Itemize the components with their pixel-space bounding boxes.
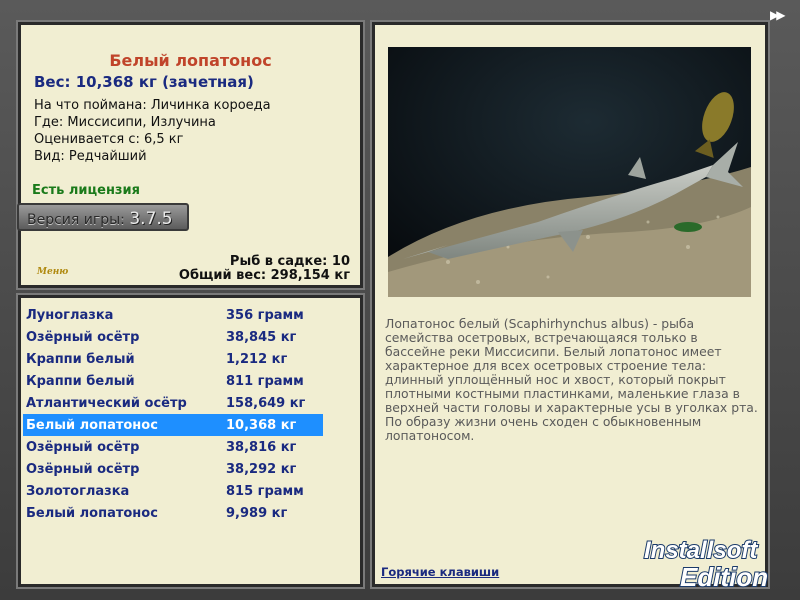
menu-button[interactable]: Меню bbox=[37, 267, 68, 277]
sturgeon-illustration bbox=[388, 47, 751, 297]
fast-forward-icon[interactable]: ▶▶ bbox=[770, 8, 792, 22]
fish-detail-panel: Лопатонос белый (Scaphirhynchus albus) -… bbox=[370, 20, 770, 589]
catch-weight: 811 грамм bbox=[226, 374, 304, 389]
fish-description: Лопатонос белый (Scaphirhynchus albus) -… bbox=[385, 316, 758, 443]
catch-weight: 815 грамм bbox=[226, 484, 304, 499]
catch-weight: 10,368 кг bbox=[226, 418, 297, 433]
logo-line-1: Installsoft bbox=[644, 537, 758, 564]
catch-weight: 38,845 кг bbox=[226, 330, 297, 345]
catch-list-panel: Луноглазка 356 грамм Озёрный осётр 38,84… bbox=[16, 293, 365, 589]
catch-weight: 38,816 кг bbox=[226, 440, 297, 455]
catch-name: Белый лопатонос bbox=[26, 418, 158, 433]
catch-row[interactable]: Озёрный осётр 38,292 кг bbox=[23, 458, 323, 480]
catch-name: Луноглазка bbox=[26, 308, 114, 323]
fish-photo bbox=[388, 47, 751, 297]
catch-row-selected[interactable]: Белый лопатонос 10,368 кг bbox=[23, 414, 323, 436]
license-status: Есть лицензия bbox=[32, 183, 140, 198]
game-window: ▶▶ Белый лопатонос Вес: 10,368 кг (зачет… bbox=[0, 0, 800, 600]
fish-title: Белый лопатонос bbox=[109, 51, 272, 70]
fish-place: Где: Миссисипи, Излучина bbox=[34, 115, 216, 130]
catch-weight: 356 грамм bbox=[226, 308, 304, 323]
version-label: Версия игры: bbox=[27, 212, 125, 228]
catch-row[interactable]: Озёрный осётр 38,845 кг bbox=[23, 326, 323, 348]
fish-info-panel: Белый лопатонос Вес: 10,368 кг (зачетная… bbox=[16, 20, 365, 290]
catch-name: Краппи белый bbox=[26, 374, 135, 389]
fish-kind: Вид: Редчайший bbox=[34, 149, 147, 164]
catch-row[interactable]: Краппи белый 1,212 кг bbox=[23, 348, 323, 370]
fish-rated: Оценивается с: 6,5 кг bbox=[34, 132, 184, 147]
catch-row[interactable]: Луноглазка 356 грамм bbox=[23, 304, 323, 326]
catch-name: Озёрный осётр bbox=[26, 462, 140, 477]
catch-weight: 9,989 кг bbox=[226, 506, 288, 521]
catch-weight: 1,212 кг bbox=[226, 352, 288, 367]
catch-name: Краппи белый bbox=[26, 352, 135, 367]
catch-name: Белый лопатонос bbox=[26, 506, 158, 521]
catch-row[interactable]: Золотоглазка 815 грамм bbox=[23, 480, 323, 502]
logo-line-2: Edition bbox=[680, 562, 768, 592]
installsoft-logo: Installsoft Edition bbox=[640, 532, 795, 593]
version-badge: Версия игры: 3.7.5 bbox=[17, 203, 189, 231]
catch-weight: 38,292 кг bbox=[226, 462, 297, 477]
catch-row[interactable]: Белый лопатонос 9,989 кг bbox=[23, 502, 323, 524]
version-value: 3.7.5 bbox=[129, 209, 173, 229]
hotkeys-link[interactable]: Горячие клавиши bbox=[381, 565, 499, 579]
catch-row[interactable]: Озёрный осётр 38,816 кг bbox=[23, 436, 323, 458]
catch-name: Озёрный осётр bbox=[26, 440, 140, 455]
total-weight: Общий вес: 298,154 кг bbox=[178, 268, 350, 283]
catch-row[interactable]: Краппи белый 811 грамм bbox=[23, 370, 323, 392]
catch-row[interactable]: Атлантический осётр 158,649 кг bbox=[23, 392, 323, 414]
catch-name: Золотоглазка bbox=[26, 484, 130, 499]
catch-name: Атлантический осётр bbox=[26, 396, 187, 411]
catch-weight: 158,649 кг bbox=[226, 396, 306, 411]
fish-bait: На что поймана: Личинка короеда bbox=[34, 98, 271, 113]
catch-name: Озёрный осётр bbox=[26, 330, 140, 345]
fish-weight: Вес: 10,368 кг (зачетная) bbox=[34, 73, 254, 91]
cage-count: Рыб в садке: 10 bbox=[229, 254, 350, 269]
